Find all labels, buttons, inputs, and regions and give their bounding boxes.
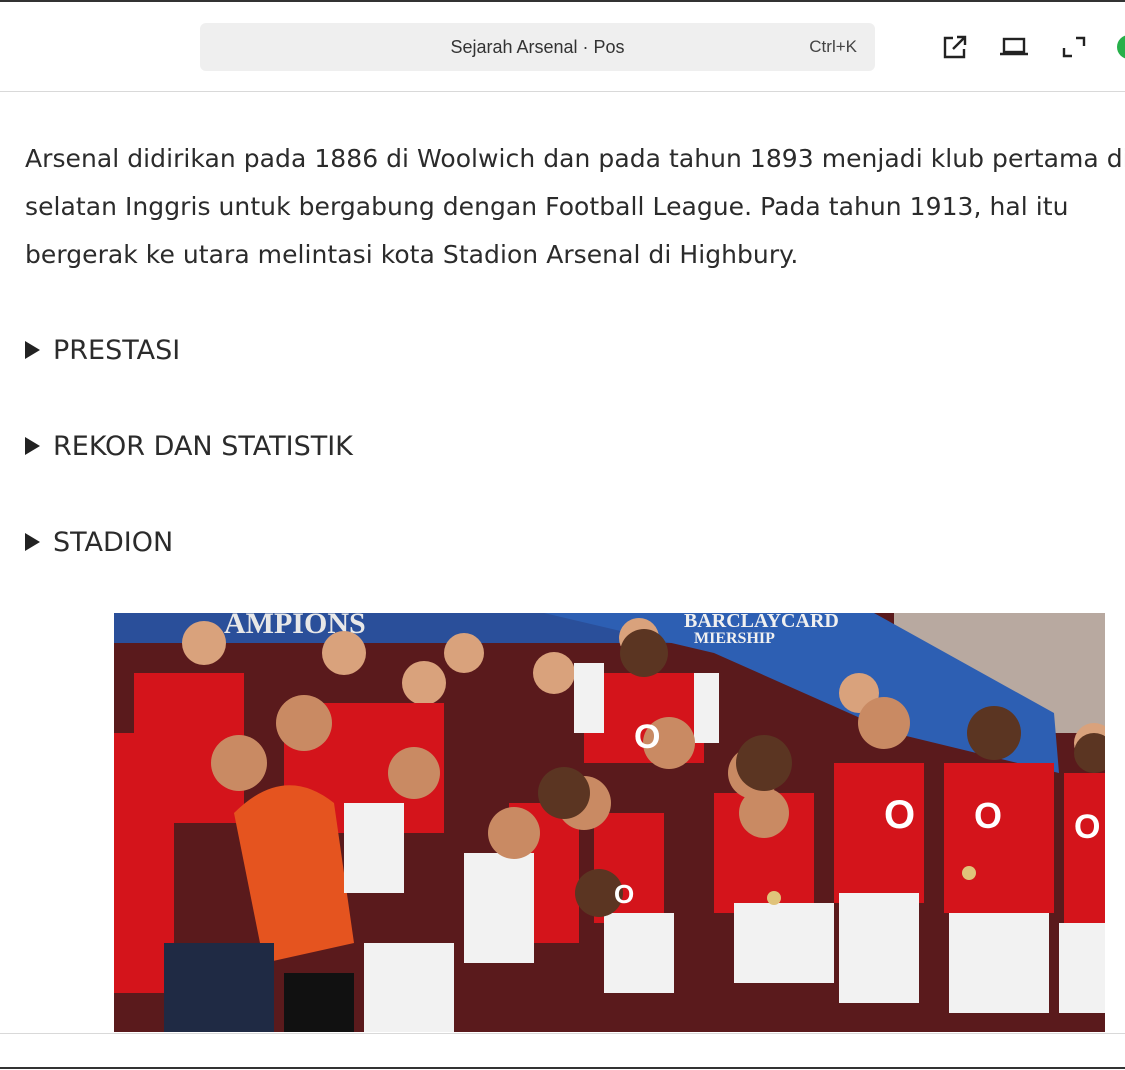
laptop-icon[interactable] [999,32,1029,62]
svg-text:O: O [614,879,634,909]
svg-text:O: O [974,795,1002,836]
svg-text:O: O [884,793,915,837]
section-prestasi-toggle[interactable]: PRESTASI [25,330,180,370]
svg-text:O: O [1074,808,1100,846]
disclosure-triangle-icon [25,437,40,455]
disclosure-triangle-icon [25,341,40,359]
banner-right-text-2: MIERSHIP [694,630,775,647]
disclosure-triangle-icon [25,533,40,551]
open-external-icon[interactable] [940,32,970,62]
intro-line: bergerak ke utara melintasi kota Stadion… [25,240,799,269]
expand-icon[interactable] [1060,32,1090,62]
window-bottom-border [0,1067,1125,1069]
footer-divider [0,1033,1125,1034]
section-label: REKOR DAN STATISTIK [53,430,353,462]
toolbar: Sejarah Arsenal · Pos Ctrl+K [0,2,1125,92]
search-shortcut-hint: Ctrl+K [809,37,857,56]
search-bar-title: Sejarah Arsenal · Pos [450,36,625,57]
section-label: PRESTASI [53,334,181,366]
intro-line: selatan Inggris untuk bergabung dengan F… [25,192,1069,221]
article-body: Arsenal didirikan pada 1886 di Woolwich … [25,135,1125,279]
section-stadion-toggle[interactable]: STADION [25,522,173,562]
team-celebration-photo: AMPIONS BARCLAYCARD MIERSHIP O O O O O [114,613,1105,1032]
status-dot [1117,35,1125,59]
section-rekor-toggle[interactable]: REKOR DAN STATISTIK [25,426,353,466]
intro-line: Arsenal didirikan pada 1886 di Woolwich … [25,144,1125,173]
section-label: STADION [53,526,174,558]
search-bar[interactable]: Sejarah Arsenal · Pos Ctrl+K [200,23,875,71]
svg-text:O: O [634,718,660,756]
